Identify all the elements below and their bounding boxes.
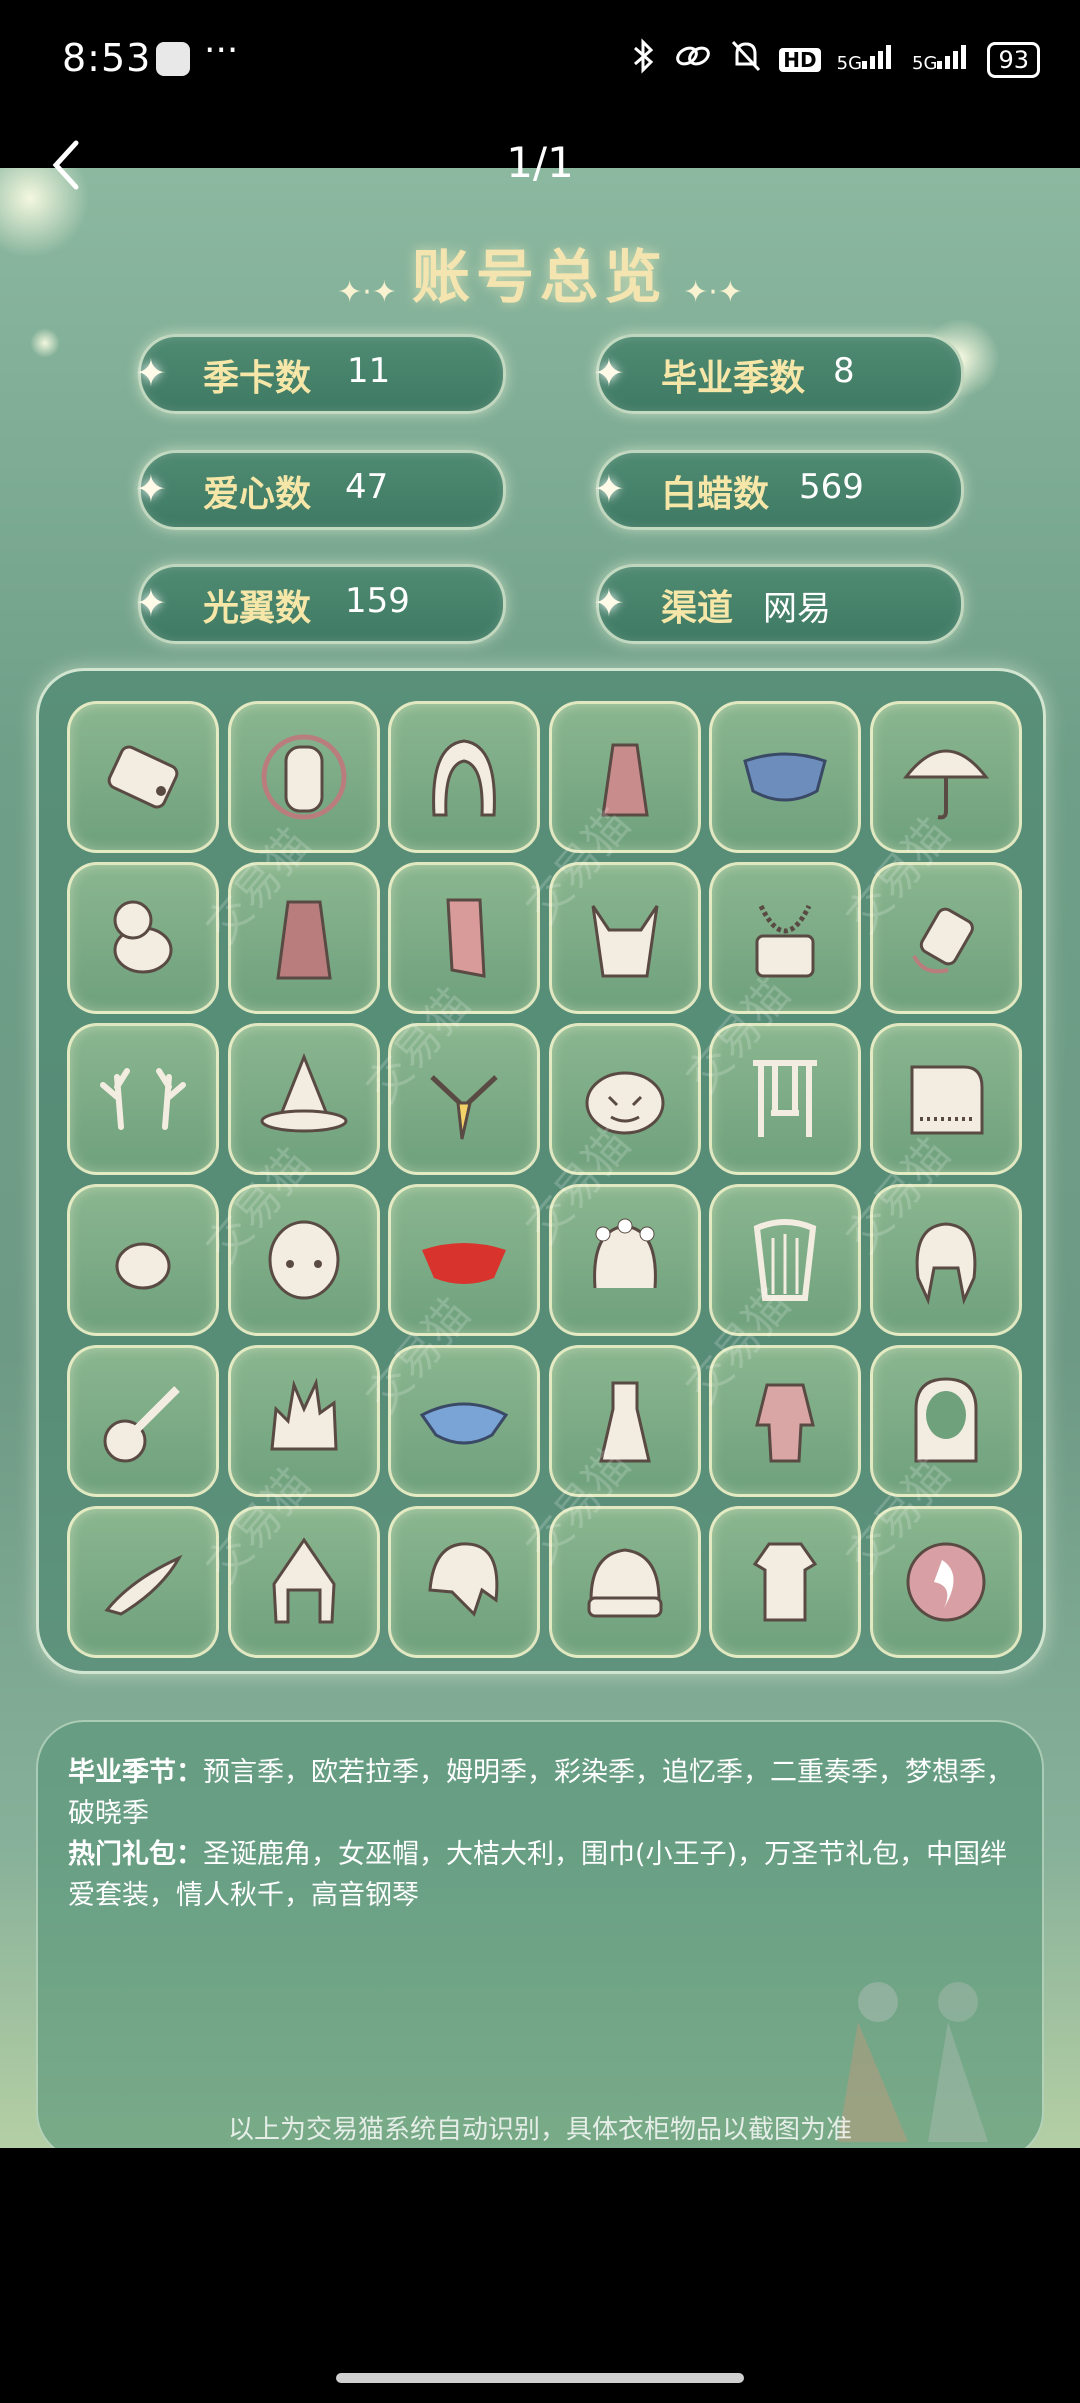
horn-icon [104,1554,183,1616]
cosmetic-item-cell [227,1023,380,1175]
stat-white-candles: ✦ 白蜡数 569 [593,450,964,530]
stat-value: 47 [345,467,389,507]
stat-value: 159 [345,581,410,621]
cosmetic-item-cell [388,701,540,853]
bluetooth-icon [629,38,657,81]
cape-icon [743,752,827,802]
cosmetic-item-cell [227,701,380,853]
stat-label: 毕业季数 [661,358,806,399]
summary-panel: 毕业季节：预言季，欧若拉季，姆明季，彩染季，追忆季，二重奏季，梦想季，破晓季 热… [36,1720,1044,2148]
signal-1-icon: 5G [837,43,896,76]
overview-title-wrap: ✦·✦ 账号总览 ✦·✦ [0,230,1080,314]
link-icon [673,41,713,78]
hood-hair-icon [432,739,496,817]
antlers-icon [100,1068,186,1130]
status-time: 8:53 [62,36,152,80]
more-notifications-icon: ··· [204,30,239,71]
summary-text: 毕业季节：预言季，欧若拉季，姆明季，彩染季，追忆季，二重奏季，梦想季，破晓季 热… [68,1752,1018,1916]
guitar-icon [103,1386,180,1463]
cosmetic-item-cell [67,862,219,1014]
stat-value: 11 [347,351,391,391]
stat-value: 569 [799,467,864,507]
short-hair-icon [428,1542,499,1617]
stat-value: 网易 [763,589,831,629]
stat-winged-light: ✦ 光翼数 159 [135,564,506,644]
peach-icon [115,1242,171,1290]
graduated-seasons-text: 预言季，欧若拉季，姆明季，彩染季，追忆季，二重奏季，梦想季，破晓季 [68,1757,1013,1829]
hot-packs-text: 圣诞鹿角，女巫帽，大桔大利，围巾(小王子)，万圣节礼包，中国绊爱套装，情人秋千，… [68,1839,1008,1911]
stat-label: 季卡数 [203,358,312,399]
stat-hearts: ✦ 爱心数 47 [135,450,506,530]
cosmetic-item-cell [67,1184,219,1336]
stat-label: 光翼数 [203,588,312,629]
cosmetic-item-cell [227,1345,380,1497]
hot-packs-label: 热门礼包： [68,1839,203,1870]
mask-icon [261,734,346,820]
glow-orb [30,328,60,358]
battery-indicator: 93 [987,41,1040,78]
stat-channel: ✦ 渠道 网易 [593,564,964,644]
cosmetic-item-cell [67,1023,219,1175]
stat-label: 爱心数 [203,474,312,515]
sparkle-icon: ✦ [593,467,625,511]
mute-bell-icon [729,38,763,81]
graduated-label: 毕业季节： [68,1757,203,1788]
hd-badge: HD [779,47,821,72]
sparkle-icon: ✦ [135,581,167,625]
cape-red-icon [446,898,486,978]
outfit-icon [755,1383,815,1463]
scroll-icon [107,745,179,809]
sparkle-icon: ✦ [135,467,167,511]
stat-graduated-seasons: ✦ 毕业季数 8 [593,334,964,414]
bottom-bar [0,2148,1080,2403]
sparkle-icon: ✦ [135,351,167,395]
overview-title: 账号总览 [411,243,668,311]
account-overview-image: ✦·✦ 账号总览 ✦·✦ ✦ 季卡数 11 ✦ 毕业季数 8 ✦ 爱心数 47 … [0,168,1080,2148]
shirt-icon [752,1542,818,1622]
disclaimer-text: 以上为交易猫系统自动识别，具体衣柜物品以截图为准 [227,2115,852,2145]
sparkle-icon: ✦ [593,581,625,625]
cosmetics-grid: 交易猫 交易猫 交易猫 交易猫 交易猫 交易猫 交易猫 交易猫 交易猫 交易猫 交易猫 交易猫 交易猫 [36,668,1046,1674]
horned-mask-icon [591,905,658,978]
witch-hat-icon [260,1052,347,1133]
sparkle-icon: ✦·✦ [683,275,743,310]
app-notification-icon [156,42,190,76]
sparkle-icon: ✦ [593,351,625,395]
home-indicator[interactable] [336,2373,744,2383]
sparkle-icon: ✦·✦ [337,275,397,310]
moomin-icon [113,900,173,974]
cosmetic-item-cell [67,1345,219,1497]
page-counter: 1/1 [506,138,574,187]
stat-season-pass: ✦ 季卡数 11 [135,334,506,414]
stat-label: 白蜡数 [661,474,770,515]
status-bar: 8:53 ··· HD 5G 5G 93 [0,0,1080,120]
knit-hat-icon [587,1548,662,1618]
cosmetic-item-cell [67,701,219,853]
flower-crown-icon [592,1218,657,1289]
stat-label: 渠道 [661,588,734,629]
signal-2-icon: 5G [912,43,971,76]
cosmetic-item-cell [709,701,861,853]
status-icons: HD 5G 5G 93 [629,38,1040,81]
cosmetic-item-cell [67,1506,219,1658]
stat-value: 8 [833,351,855,391]
